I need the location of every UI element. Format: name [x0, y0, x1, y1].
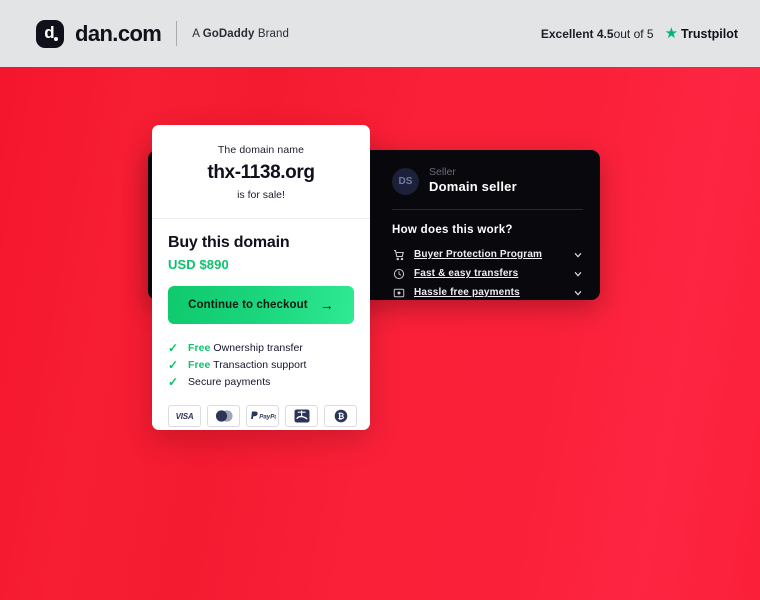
benefit-row: ✓ Free Ownership transfer: [168, 342, 354, 354]
benefit-row: ✓ Secure payments: [168, 376, 354, 388]
svg-text:PayPal: PayPal: [259, 413, 276, 420]
seller-role-label: Seller: [429, 166, 456, 178]
brand-prefix: A: [192, 27, 203, 40]
accordion-label: Fast & easy transfers: [414, 268, 519, 280]
accordion-label: Buyer Protection Program: [414, 249, 543, 261]
accordion-item-hassle-free-payments[interactable]: Hassle free payments: [392, 283, 583, 302]
godaddy-brand-label: A GoDaddy Brand: [192, 28, 289, 40]
avatar: DS: [392, 167, 419, 195]
benefit-free-tag: Free: [188, 342, 211, 354]
seller-identity: DS Seller Domain seller: [392, 166, 583, 196]
alipay-icon: [285, 405, 318, 427]
dan-logo-icon: d: [36, 19, 64, 48]
brand-divider: [176, 21, 178, 46]
how-it-works-title: How does this work?: [392, 224, 513, 237]
benefit-text: Secure payments: [188, 376, 271, 388]
accordion-item-fast-transfers[interactable]: Fast & easy transfers: [392, 264, 583, 283]
trust-score: Excellent 4.5: [540, 26, 614, 41]
domain-name-suffix: is for sale!: [237, 189, 285, 201]
domain-name-prefix: The domain name: [217, 144, 305, 156]
benefit-label: Free Transaction support: [188, 359, 307, 371]
benefit-label: Free Ownership transfer: [188, 342, 303, 354]
benefit-free-tag: Free: [188, 359, 211, 371]
card-icon: [392, 286, 405, 299]
check-icon: ✓: [168, 375, 179, 389]
trustpilot-label: Trustpilot: [681, 26, 738, 41]
seller-name: Domain seller: [429, 179, 517, 195]
accordion-item-buyer-protection[interactable]: Buyer Protection Program: [392, 245, 583, 264]
benefit-row: ✓ Free Transaction support: [168, 359, 354, 371]
paypal-icon: PayPal: [246, 405, 279, 427]
cart-icon: [392, 248, 405, 261]
how-it-works-list: Buyer Protection Program Fast & easy tra…: [392, 245, 583, 302]
page-background: [0, 0, 760, 600]
chevron-down-icon: [573, 288, 583, 298]
benefits-list: ✓ Free Ownership transfer ✓ Free Transac…: [152, 324, 370, 393]
chevron-down-icon: [573, 250, 583, 260]
benefit-label: Secure payments: [188, 376, 270, 388]
checkout-label: Continue to checkout: [188, 299, 308, 311]
domain-header: The domain name thx-1138.org is for sale…: [152, 125, 370, 219]
check-icon: ✓: [168, 341, 179, 355]
star-icon: ★: [664, 25, 679, 42]
brand-name: dan.com: [75, 20, 162, 46]
buy-heading: Buy this domain: [168, 234, 290, 251]
buy-section: Buy this domain USD $890 Continue to che…: [152, 219, 370, 324]
seller-panel-content: DS Seller Domain seller How does this wo…: [375, 150, 600, 300]
clock-icon: [392, 267, 405, 280]
chevron-down-icon: [573, 269, 583, 279]
site-header: d dan.com A GoDaddy Brand Excellent 4.5 …: [0, 0, 760, 67]
continue-to-checkout-button[interactable]: Continue to checkout →: [168, 286, 354, 324]
price-label: USD $890: [168, 257, 229, 272]
trust-score-suffix: out of 5: [613, 26, 654, 41]
benefit-text: Transaction support: [210, 359, 307, 371]
arrow-right-icon: →: [319, 297, 334, 313]
page-title: thx-1138.org: [207, 162, 315, 183]
svg-text:₿: ₿: [337, 412, 344, 421]
godaddy-word: GoDaddy: [202, 27, 255, 40]
buy-domain-card: The domain name thx-1138.org is for sale…: [152, 125, 370, 430]
visa-icon: VISA: [168, 405, 201, 427]
brand-logo[interactable]: d dan.com A GoDaddy Brand: [36, 19, 289, 48]
seller-divider: [392, 209, 583, 211]
mastercard-icon: [207, 405, 240, 427]
check-icon: ✓: [168, 358, 179, 372]
bitcoin-icon: ₿: [324, 405, 357, 427]
payment-methods: VISA PayPal ₿: [152, 393, 370, 427]
benefit-text: Ownership transfer: [210, 342, 303, 354]
accordion-label: Hassle free payments: [414, 287, 520, 299]
trustpilot-rating[interactable]: Excellent 4.5 out of 5 ★ Trustpilot: [541, 26, 738, 41]
brand-suffix: Brand: [254, 27, 290, 40]
